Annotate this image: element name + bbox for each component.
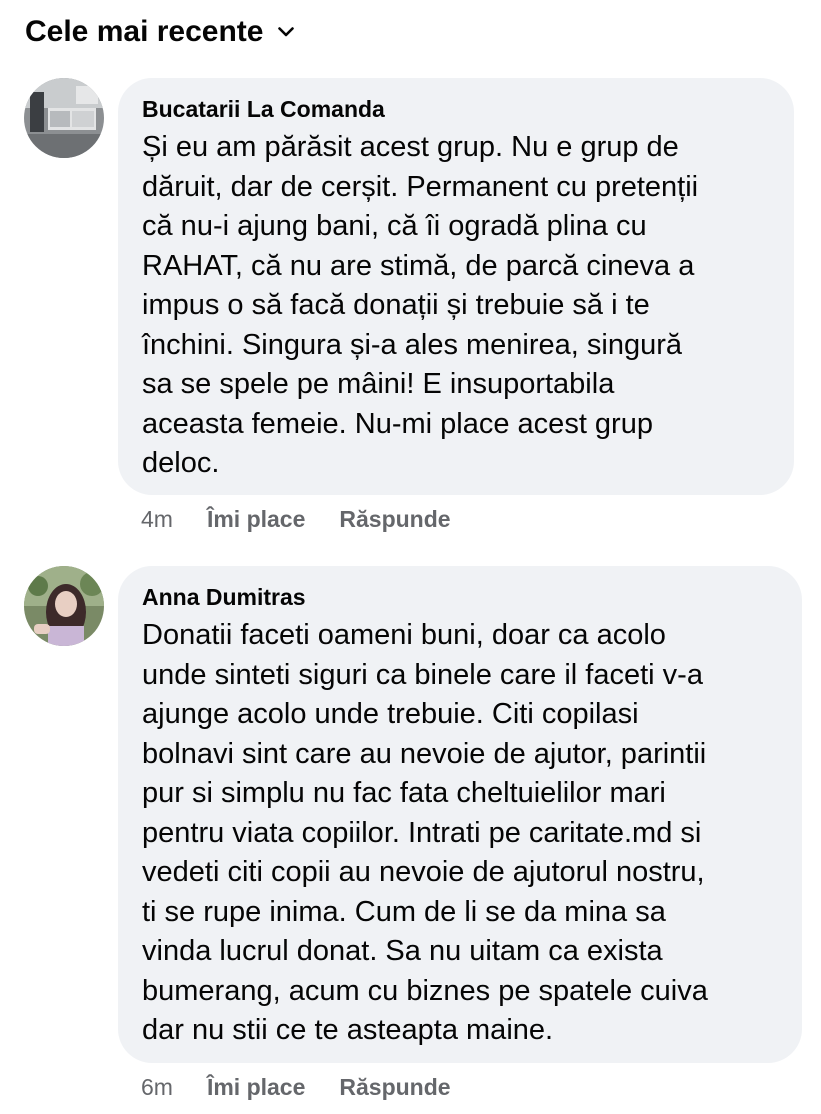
comment-author[interactable]: Anna Dumitras — [142, 582, 778, 612]
comment-time[interactable]: 4m — [141, 506, 173, 533]
comment-actions: 4m Îmi place Răspunde — [141, 506, 485, 533]
kitchen-avatar-image — [24, 78, 104, 158]
comment-bubble: Bucatarii La Comanda Și eu am părăsit ac… — [118, 78, 794, 495]
comment-text: Și eu am părăsit acest grup. Nu e grup d… — [142, 131, 699, 479]
comment-actions: 6m Îmi place Răspunde — [141, 1074, 485, 1101]
avatar[interactable] — [24, 566, 104, 646]
sort-label: Cele mai recente — [25, 15, 264, 48]
comment-author[interactable]: Bucatarii La Comanda — [142, 94, 770, 124]
comment-bubble: Anna Dumitras Donatii faceti oameni buni… — [118, 566, 802, 1063]
like-button[interactable]: Îmi place — [207, 506, 305, 533]
comment-time[interactable]: 6m — [141, 1074, 173, 1101]
profile-avatar-image — [24, 566, 104, 646]
reply-button[interactable]: Răspunde — [339, 506, 450, 533]
comment-text: Donatii faceti oameni buni, doar ca acol… — [142, 619, 708, 1046]
avatar[interactable] — [24, 78, 104, 158]
reply-button[interactable]: Răspunde — [339, 1074, 450, 1101]
sort-selector[interactable]: Cele mai recente — [25, 10, 295, 54]
like-button[interactable]: Îmi place — [207, 1074, 305, 1101]
chevron-down-icon — [277, 23, 295, 41]
